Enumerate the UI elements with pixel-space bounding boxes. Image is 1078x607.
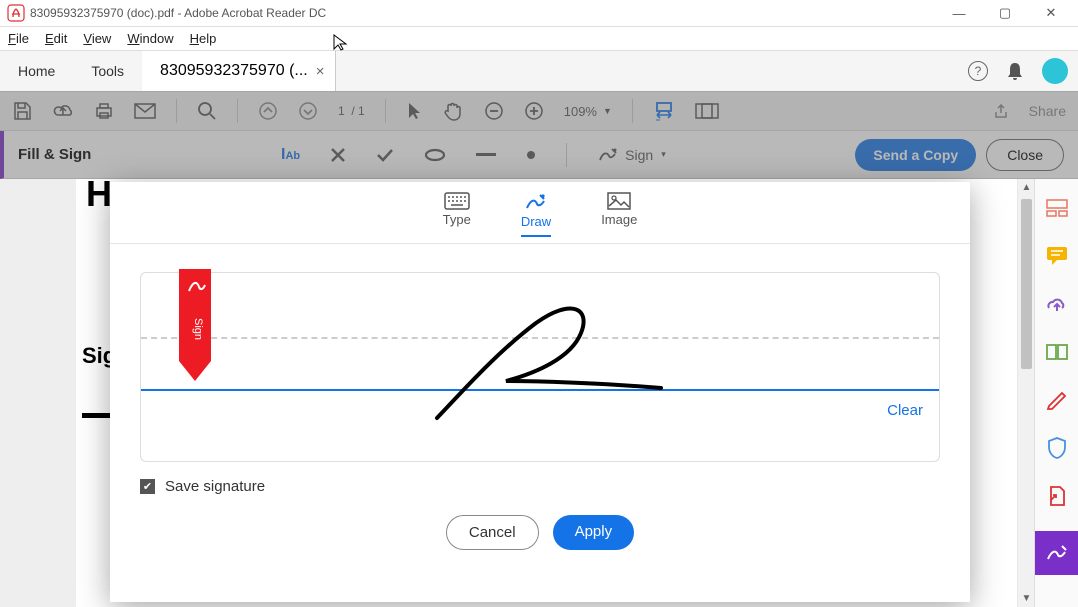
window-maximize-button[interactable]: ▢ [982, 0, 1028, 26]
avatar[interactable] [1042, 58, 1068, 84]
sign-dropdown[interactable]: Sign▾ [597, 146, 666, 164]
signature-stroke [141, 273, 939, 461]
draw-icon [524, 192, 548, 212]
panel-edit-icon[interactable] [1044, 387, 1070, 413]
page-up-icon[interactable] [258, 101, 278, 121]
zoom-in-icon[interactable] [524, 101, 544, 121]
fill-sign-title: Fill & Sign [18, 146, 91, 163]
menu-edit[interactable]: Edit [45, 31, 67, 46]
zoom-select[interactable]: 109%▼ [564, 104, 612, 119]
search-icon[interactable] [197, 101, 217, 121]
share-button[interactable]: Share [1029, 103, 1066, 119]
menu-window[interactable]: Window [127, 31, 173, 46]
cloud-icon[interactable] [52, 101, 74, 121]
page-indicator: 1 / 1 [338, 104, 365, 118]
panel-comment-icon[interactable] [1044, 243, 1070, 269]
select-tool-icon[interactable] [406, 101, 422, 121]
text-tool-icon[interactable]: IAb [281, 146, 300, 164]
panel-organize-icon[interactable] [1044, 339, 1070, 365]
scrollbar-thumb[interactable] [1021, 199, 1032, 369]
send-copy-button[interactable]: Send a Copy [855, 139, 976, 171]
main-toolbar: 1 / 1 109%▼ Share [0, 91, 1078, 131]
image-icon [607, 192, 631, 210]
menubar: File Edit View Window Help [0, 27, 1078, 51]
page-line-fragment [82, 413, 112, 418]
zoom-out-icon[interactable] [484, 101, 504, 121]
window-minimize-button[interactable]: — [936, 0, 982, 26]
apply-button[interactable]: Apply [553, 515, 635, 550]
document-tabbar: Home Tools 83095932375970 (... × ? [0, 51, 1078, 91]
save-signature-label: Save signature [165, 478, 265, 495]
scroll-up-arrow[interactable]: ▲ [1018, 179, 1035, 196]
tab-document[interactable]: 83095932375970 (... × [142, 51, 335, 91]
panel-create-icon[interactable] [1044, 195, 1070, 221]
menu-help[interactable]: Help [190, 31, 217, 46]
bell-icon[interactable] [1006, 61, 1024, 81]
tab-home[interactable]: Home [0, 51, 73, 91]
window-title: 83095932375970 (doc).pdf - Adobe Acrobat… [30, 6, 936, 20]
circle-tool-icon[interactable] [424, 148, 446, 162]
share-icon[interactable] [993, 103, 1009, 119]
panel-fill-sign-icon[interactable] [1035, 531, 1078, 575]
signature-tab-image[interactable]: Image [601, 192, 637, 237]
help-icon[interactable]: ? [968, 61, 988, 81]
panel-share-icon[interactable] [1044, 291, 1070, 317]
dot-tool-icon[interactable] [526, 150, 536, 160]
right-panel [1034, 179, 1078, 607]
save-signature-checkbox[interactable]: ✔ [140, 479, 155, 494]
cursor-icon [332, 33, 350, 51]
tab-tools[interactable]: Tools [73, 51, 142, 91]
window-close-button[interactable]: ✕ [1028, 0, 1074, 26]
scroll-down-arrow[interactable]: ▼ [1018, 590, 1035, 607]
tab-close-icon[interactable]: × [316, 63, 325, 80]
mail-icon[interactable] [134, 103, 156, 119]
signature-tab-draw[interactable]: Draw [521, 192, 551, 237]
line-tool-icon[interactable] [476, 152, 496, 158]
cross-tool-icon[interactable] [330, 147, 346, 163]
panel-protect-icon[interactable] [1044, 435, 1070, 461]
menu-file[interactable]: File [8, 31, 29, 46]
page-down-icon[interactable] [298, 101, 318, 121]
save-icon[interactable] [12, 101, 32, 121]
acrobat-icon [8, 5, 24, 21]
window-titlebar: 83095932375970 (doc).pdf - Adobe Acrobat… [0, 0, 1078, 27]
signature-tabs: Type Draw Image [110, 182, 970, 244]
read-mode-icon[interactable] [695, 102, 719, 120]
fit-width-icon[interactable] [653, 100, 675, 122]
signature-tab-type[interactable]: Type [443, 192, 471, 237]
menu-view[interactable]: View [83, 31, 111, 46]
tab-document-label: 83095932375970 (... [160, 62, 308, 80]
signature-draw-area[interactable]: Sign Clear [140, 272, 940, 462]
hand-tool-icon[interactable] [442, 101, 464, 121]
fill-sign-bar: Fill & Sign IAb Sign▾ Send a Copy Close [0, 131, 1078, 179]
check-tool-icon[interactable] [376, 148, 394, 162]
signature-dialog: Type Draw Image Sign Clear ✔ Save [110, 182, 970, 602]
cancel-button[interactable]: Cancel [446, 515, 539, 550]
page-text-fragment: H [86, 173, 112, 215]
close-panel-button[interactable]: Close [986, 139, 1064, 171]
keyboard-icon [444, 192, 470, 210]
panel-export-icon[interactable] [1044, 483, 1070, 509]
clear-signature-button[interactable]: Clear [887, 402, 923, 419]
print-icon[interactable] [94, 101, 114, 121]
vertical-scrollbar[interactable]: ▲ ▼ [1017, 179, 1034, 607]
save-signature-row: ✔ Save signature [110, 478, 970, 515]
